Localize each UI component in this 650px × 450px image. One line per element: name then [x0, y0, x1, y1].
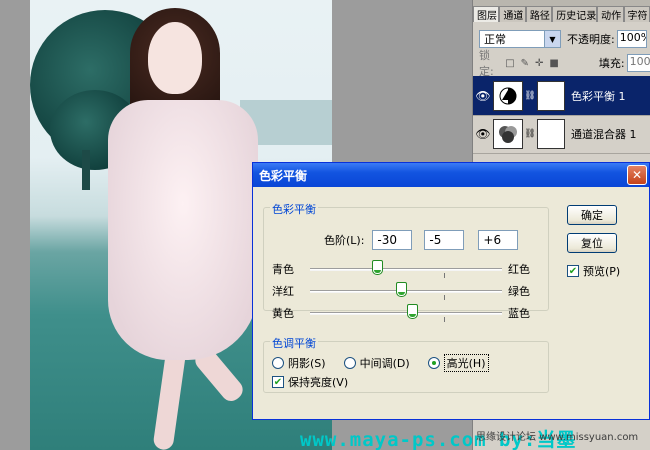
watermark-site: 思缘设计论坛 www.missyuan.com [476, 432, 639, 443]
layer-name: 通道混合器 1 [571, 127, 637, 141]
slider-right-label: 蓝色 [508, 307, 530, 320]
slider-left-label: 青色 [272, 263, 294, 276]
radio-highlights[interactable] [427, 357, 440, 369]
dialog-title: 色彩平衡 [259, 168, 308, 183]
lock-label: 锁定: [479, 49, 494, 78]
girl-dress [108, 100, 258, 360]
radio-shadows-label[interactable]: 阴影(S) [288, 355, 326, 371]
fill-input[interactable]: 100% [626, 54, 650, 72]
tab-channels[interactable]: 通道 [499, 6, 526, 22]
layer-row[interactable]: 👁 ⛓ 色彩平衡 1 [473, 76, 650, 116]
blend-mode-select[interactable]: 正常 ▼ [479, 30, 561, 48]
lock-transparent-icon[interactable]: □ [505, 58, 514, 69]
tree-trunk [82, 150, 90, 190]
levels-label: 色阶(L): [324, 234, 365, 247]
lock-row: 锁定: □ ✎ ✛ ■ 填充: 100% [473, 49, 650, 78]
preview-row: ✔ 预览(P) [567, 263, 638, 279]
panel-tabs: 图层 通道 路径 历史记录 动作 字符 [473, 0, 650, 22]
slider-right-label: 绿色 [508, 285, 530, 298]
slider-thumb[interactable] [406, 304, 418, 319]
layer-name: 色彩平衡 1 [571, 89, 626, 103]
slider-right-label: 红色 [508, 263, 530, 276]
close-icon[interactable]: ✕ [627, 165, 647, 185]
layer-mask-thumbnail[interactable] [537, 80, 565, 111]
fill-label: 填充: [598, 57, 625, 70]
level-input-yellow-blue[interactable]: +6 [478, 230, 519, 250]
layer-mask-thumbnail[interactable] [537, 118, 565, 149]
adjustment-icon [493, 80, 523, 111]
slider-thumb[interactable] [372, 260, 384, 275]
channel-mixer-icon [493, 118, 523, 149]
slider-track[interactable] [310, 268, 502, 278]
tone-radio-row: 阴影(S) 中间调(D) 高光(H) [272, 354, 507, 372]
opacity-input[interactable]: 100% [616, 30, 647, 48]
lock-all-icon[interactable]: ■ [549, 58, 558, 69]
opacity-label: 不透明度: [567, 33, 615, 46]
preview-label[interactable]: 预览(P) [583, 263, 620, 279]
blend-row: 正常 ▼ 不透明度: 100% [473, 28, 650, 50]
slider-cyan-red: 青色 红色 [272, 258, 542, 278]
slider-yellow-blue: 黄色 蓝色 [272, 302, 542, 322]
eye-icon[interactable]: 👁 [473, 127, 493, 141]
chain-link-icon[interactable]: ⛓ [523, 129, 537, 139]
preserve-row: ✔ 保持亮度(V) [272, 374, 366, 390]
color-balance-dialog: 色彩平衡 ✕ 色彩平衡 色阶(L): -30 -5 +6 青色 红色 洋红 绿色… [252, 162, 650, 420]
group-title: 色彩平衡 [270, 201, 318, 217]
radio-shadows[interactable] [272, 357, 284, 369]
slider-magenta-green: 洋红 绿色 [272, 280, 542, 300]
ok-button[interactable]: 确定 [567, 205, 617, 225]
radio-midtones[interactable] [343, 357, 356, 369]
radio-midtones-label[interactable]: 中间调(D) [360, 355, 410, 371]
level-input-magenta-green[interactable]: -5 [424, 230, 465, 250]
tab-actions[interactable]: 动作 [597, 6, 624, 22]
slider-left-label: 黄色 [272, 307, 294, 320]
tab-paths[interactable]: 路径 [525, 6, 553, 22]
slider-thumb[interactable] [396, 282, 408, 297]
group-title: 色调平衡 [270, 335, 318, 351]
slider-left-label: 洋红 [272, 285, 294, 298]
blend-mode-value: 正常 [484, 33, 506, 46]
radio-highlights-label[interactable]: 高光(H) [443, 354, 489, 372]
tab-character[interactable]: 字符 [623, 6, 650, 22]
tone-balance-group: 色调平衡 阴影(S) 中间调(D) 高光(H) ✔ 保持亮度(V) [263, 335, 549, 393]
preview-checkbox[interactable]: ✔ [567, 265, 579, 277]
tab-layers[interactable]: 图层 [473, 6, 500, 22]
chevron-down-icon[interactable]: ▼ [544, 31, 560, 47]
layer-row[interactable]: 👁 ⛓ 通道混合器 1 [473, 114, 650, 154]
dialog-titlebar[interactable]: 色彩平衡 ✕ [253, 163, 649, 187]
tab-history[interactable]: 历史记录 [552, 6, 598, 22]
chain-link-icon[interactable]: ⛓ [523, 91, 537, 101]
color-balance-group: 色彩平衡 色阶(L): -30 -5 +6 青色 红色 洋红 绿色 黄色 蓝色 [263, 201, 549, 322]
lock-move-icon[interactable]: ✛ [535, 58, 543, 69]
girl-face [148, 22, 202, 94]
eye-icon[interactable]: 👁 [473, 89, 493, 103]
levels-row: 色阶(L): -30 -5 +6 [324, 230, 519, 250]
preserve-luminosity-checkbox[interactable]: ✔ [272, 376, 284, 388]
lock-brush-icon[interactable]: ✎ [521, 58, 529, 69]
reset-button[interactable]: 复位 [567, 233, 617, 253]
preserve-luminosity-label[interactable]: 保持亮度(V) [288, 374, 348, 390]
level-input-cyan-red[interactable]: -30 [372, 230, 413, 250]
